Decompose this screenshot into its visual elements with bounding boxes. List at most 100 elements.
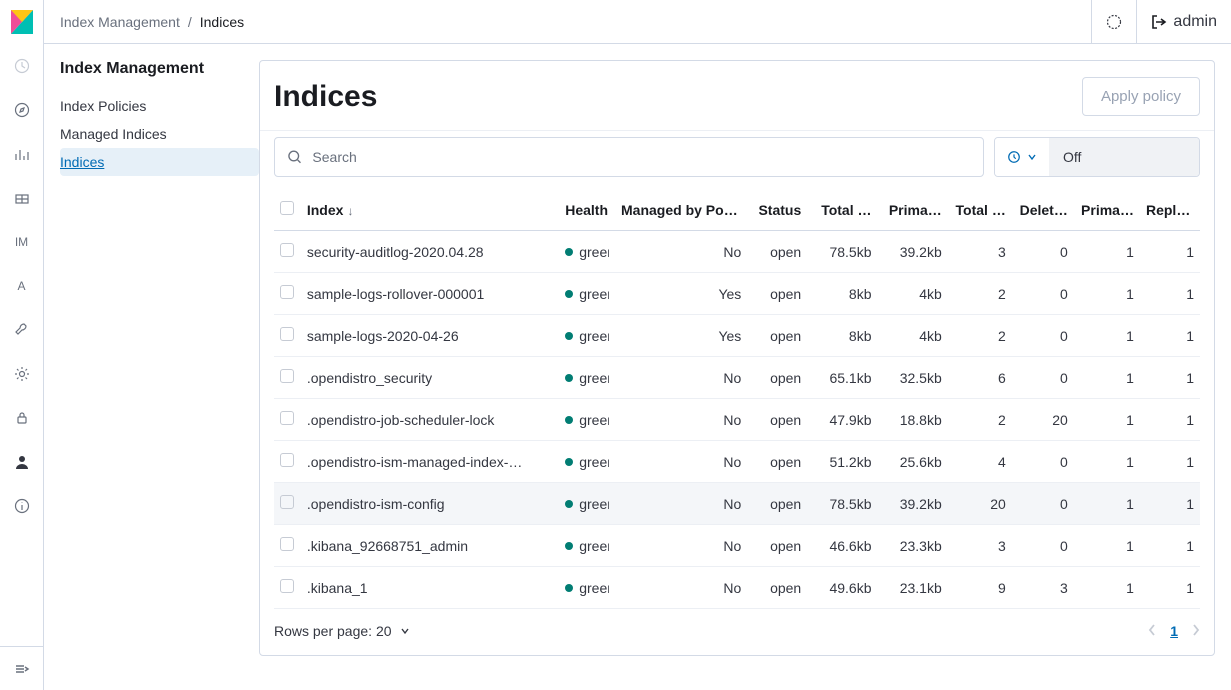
cell-managed: Yes <box>615 315 747 357</box>
table-row[interactable]: .kibana_92668751_admingreenNoopen46.6kb2… <box>274 525 1200 567</box>
cell-index: .kibana_1 <box>301 567 559 609</box>
security-icon[interactable] <box>10 406 34 430</box>
devtools-icon[interactable] <box>10 318 34 342</box>
page-title: Indices <box>274 80 377 114</box>
cell-prim-shards: 1 <box>1074 441 1140 483</box>
col-total-docs[interactable]: Total … <box>948 189 1012 231</box>
cell-status: open <box>747 483 807 525</box>
table-row[interactable]: sample-logs-rollover-000001greenYesopen8… <box>274 273 1200 315</box>
row-checkbox[interactable] <box>280 495 294 509</box>
table-row[interactable]: .opendistro-job-scheduler-lockgreenNoope… <box>274 399 1200 441</box>
sidenav-title: Index Management <box>60 60 259 78</box>
row-checkbox[interactable] <box>280 411 294 425</box>
cell-prim-shards: 1 <box>1074 399 1140 441</box>
col-index[interactable]: Index↓ <box>301 189 559 231</box>
breadcrumb-parent[interactable]: Index Management <box>60 14 180 30</box>
cell-prim-size: 18.8kb <box>878 399 948 441</box>
sidenav-item-managed-indices[interactable]: Managed Indices <box>60 120 259 148</box>
cell-total-docs: 4 <box>948 441 1012 483</box>
row-checkbox[interactable] <box>280 243 294 257</box>
cell-deleted: 0 <box>1012 441 1074 483</box>
cell-deleted: 0 <box>1012 315 1074 357</box>
col-replicas[interactable]: Replic… <box>1140 189 1200 231</box>
table-row[interactable]: .opendistro-ism-configgreenNoopen78.5kb3… <box>274 483 1200 525</box>
cell-total-size: 46.6kb <box>807 525 877 567</box>
table-row[interactable]: .kibana_1greenNoopen49.6kb23.1kb9311 <box>274 567 1200 609</box>
expand-rail-button[interactable] <box>0 646 44 690</box>
cell-index: .opendistro-job-scheduler-lock <box>301 399 559 441</box>
row-checkbox[interactable] <box>280 453 294 467</box>
col-prim-shards[interactable]: Prima… <box>1074 189 1140 231</box>
visualize-icon[interactable] <box>10 142 34 166</box>
col-health[interactable]: Health <box>559 189 615 231</box>
cell-prim-size: 23.3kb <box>878 525 948 567</box>
cell-managed: No <box>615 357 747 399</box>
cell-prim-size: 4kb <box>878 315 948 357</box>
breadcrumb: Index Management / Indices <box>44 14 244 30</box>
search-box[interactable] <box>274 137 984 177</box>
table-row[interactable]: .opendistro-ism-managed-index-…greenNoop… <box>274 441 1200 483</box>
select-all-checkbox[interactable] <box>280 201 294 215</box>
im-text-icon[interactable]: IM <box>10 230 34 254</box>
compass-icon[interactable] <box>10 98 34 122</box>
cell-deleted: 0 <box>1012 273 1074 315</box>
pager-prev-button[interactable] <box>1148 623 1156 639</box>
dashboard-icon[interactable] <box>10 186 34 210</box>
health-dot-icon <box>565 332 573 340</box>
table-row[interactable]: security-auditlog-2020.04.28greenNoopen7… <box>274 231 1200 273</box>
cell-replicas: 1 <box>1140 273 1200 315</box>
col-deleted[interactable]: Delet… <box>1012 189 1074 231</box>
cell-prim-size: 39.2kb <box>878 483 948 525</box>
cell-prim-shards: 1 <box>1074 273 1140 315</box>
col-prim-size[interactable]: Prima… <box>878 189 948 231</box>
row-checkbox[interactable] <box>280 327 294 341</box>
pager-next-button[interactable] <box>1192 623 1200 639</box>
cell-total-docs: 6 <box>948 357 1012 399</box>
cell-status: open <box>747 567 807 609</box>
cell-health: green <box>559 273 615 315</box>
health-dot-icon <box>565 374 573 382</box>
cell-health: green <box>559 357 615 399</box>
cell-index: .opendistro_security <box>301 357 559 399</box>
cell-health: green <box>559 525 615 567</box>
rows-per-page-button[interactable]: Rows per page: 20 <box>274 623 410 639</box>
row-checkbox[interactable] <box>280 537 294 551</box>
row-checkbox[interactable] <box>280 285 294 299</box>
col-managed[interactable]: Managed by Policy <box>615 189 747 231</box>
sidenav-item-index-policies[interactable]: Index Policies <box>60 92 259 120</box>
user-menu-button[interactable]: admin <box>1136 0 1231 43</box>
col-total-size[interactable]: Total … <box>807 189 877 231</box>
sidenav-item-indices[interactable]: Indices <box>60 148 259 176</box>
gear-icon[interactable] <box>10 362 34 386</box>
tenant-icon[interactable] <box>10 450 34 474</box>
newsfeed-button[interactable] <box>1091 0 1136 43</box>
cell-total-docs: 3 <box>948 525 1012 567</box>
recent-icon[interactable] <box>10 54 34 78</box>
table-row[interactable]: sample-logs-2020-04-26greenYesopen8kb4kb… <box>274 315 1200 357</box>
cell-prim-shards: 1 <box>1074 315 1140 357</box>
info-icon[interactable] <box>10 494 34 518</box>
cell-total-size: 65.1kb <box>807 357 877 399</box>
cell-deleted: 0 <box>1012 525 1074 567</box>
apply-policy-button[interactable]: Apply policy <box>1082 77 1200 116</box>
search-input[interactable] <box>312 149 971 165</box>
cell-replicas: 1 <box>1140 399 1200 441</box>
chevron-down-icon <box>1027 152 1037 162</box>
cell-prim-size: 39.2kb <box>878 231 948 273</box>
app-logo[interactable] <box>0 0 44 44</box>
cell-health: green <box>559 231 615 273</box>
row-checkbox[interactable] <box>280 579 294 593</box>
cell-status: open <box>747 525 807 567</box>
cell-replicas: 1 <box>1140 483 1200 525</box>
autorefresh-control[interactable]: Off <box>994 137 1200 177</box>
row-checkbox[interactable] <box>280 369 294 383</box>
pager-page-1[interactable]: 1 <box>1170 623 1178 639</box>
col-status[interactable]: Status <box>747 189 807 231</box>
cell-prim-shards: 1 <box>1074 567 1140 609</box>
autorefresh-dropdown[interactable] <box>995 138 1049 176</box>
cell-deleted: 20 <box>1012 399 1074 441</box>
table-row[interactable]: .opendistro_securitygreenNoopen65.1kb32.… <box>274 357 1200 399</box>
a-text-icon[interactable]: A <box>10 274 34 298</box>
cell-total-docs: 2 <box>948 399 1012 441</box>
breadcrumb-current: Indices <box>200 14 244 30</box>
